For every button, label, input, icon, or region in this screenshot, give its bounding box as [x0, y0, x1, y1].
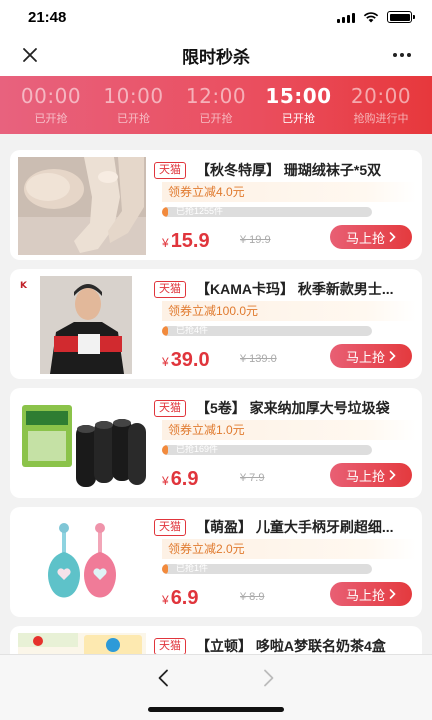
sold-count: 已抢169件: [176, 445, 219, 454]
price: ¥ 15.9: [162, 230, 210, 253]
sold-progress-bar: 已抢169件: [162, 445, 372, 455]
platform-tag: 天猫: [154, 281, 186, 298]
buy-now-button[interactable]: 马上抢: [330, 582, 412, 606]
original-price: ¥ 7.9: [240, 472, 265, 484]
original-price: ¥ 8.9: [240, 591, 265, 603]
buy-now-label: 马上抢: [345, 468, 385, 484]
product-card[interactable]: 天猫 【秋冬特厚】 珊瑚绒袜子*5双 领券立减4.0元 已抢1255件 ¥ 15…: [10, 150, 422, 260]
page-title: 限时秒杀: [182, 47, 250, 67]
coupon-label: 领券立减4.0元: [162, 182, 416, 202]
buy-now-button[interactable]: 马上抢: [330, 463, 412, 487]
buy-now-label: 马上抢: [345, 587, 385, 603]
coupon-label: 领券立减1.0元: [162, 420, 416, 440]
slot-time: 12:00: [185, 84, 247, 108]
slot-status: 已开抢: [282, 113, 315, 125]
platform-tag: 天猫: [154, 638, 186, 655]
chevron-right-icon: [389, 589, 396, 599]
product-image-trash-bags: [18, 395, 146, 493]
product-title: 【秋冬特厚】 珊瑚绒袜子*5双: [196, 162, 382, 178]
sold-progress-bar: 已抢1255件: [162, 207, 372, 217]
coupon-label: 领券立减100.0元: [162, 301, 416, 321]
slot-status: 抢购进行中: [353, 113, 409, 125]
platform-tag: 天猫: [154, 162, 186, 179]
currency-symbol: ¥: [162, 355, 169, 369]
wifi-icon: [363, 11, 379, 22]
currency-symbol: ¥: [162, 236, 169, 250]
slot-time: 10:00: [103, 84, 164, 108]
product-title: 【立顿】 哆啦A梦联名奶茶4盒: [196, 638, 386, 654]
price-value: 6.9: [170, 468, 199, 490]
slot-time: 15:00: [265, 84, 332, 108]
platform-tag: 天猫: [154, 400, 186, 417]
price: ¥ 6.9: [162, 468, 199, 491]
status-icons: [337, 11, 415, 23]
product-image-toothbrush: [18, 514, 146, 612]
buy-now-label: 马上抢: [345, 230, 385, 246]
progress-fill: [162, 207, 169, 217]
more-icon[interactable]: [388, 41, 416, 69]
chevron-right-icon: [389, 351, 396, 361]
chevron-right-icon: [264, 669, 274, 687]
slot-status: 已开抢: [34, 113, 68, 125]
platform-tag: 天猫: [154, 519, 186, 536]
slot-time: 20:00: [350, 84, 412, 108]
chevron-left-icon: [158, 669, 168, 687]
buy-now-button[interactable]: 马上抢: [330, 344, 412, 368]
chevron-right-icon: [389, 470, 396, 480]
product-title: 【萌盈】 儿童大手柄牙刷超细...: [196, 519, 394, 535]
signal-icon: [337, 12, 355, 23]
price: ¥ 6.9: [162, 587, 199, 610]
time-slot-1200[interactable]: 12:00 已开抢: [179, 84, 253, 126]
slot-status: 已开抢: [117, 113, 150, 125]
progress-fill: [162, 326, 169, 336]
chevron-right-icon: [389, 232, 396, 242]
product-card[interactable]: K 天猫 【KAMA卡玛】 秋季新款男士... 领券立减100.0元 已抢4件 …: [10, 269, 422, 379]
sold-count: 已抢4件: [176, 326, 209, 335]
sold-count: 已抢1件: [176, 564, 209, 573]
svg-text:K: K: [20, 281, 28, 291]
slot-status: 已开抢: [199, 113, 233, 125]
coupon-label: 领券立减2.0元: [162, 539, 416, 559]
product-title: 【KAMA卡玛】 秋季新款男士...: [196, 281, 394, 297]
browser-bottom-bar: [0, 654, 432, 720]
home-indicator: [148, 707, 284, 712]
forward-button[interactable]: [254, 663, 284, 693]
status-time: 21:48: [28, 8, 67, 26]
product-card[interactable]: 天猫 【萌盈】 儿童大手柄牙刷超细... 领券立减2.0元 已抢1件 ¥ 6.9…: [10, 507, 422, 617]
price-value: 39.0: [170, 349, 210, 371]
price-value: 6.9: [170, 587, 199, 609]
product-image-kama: K: [18, 276, 146, 374]
buy-now-label: 马上抢: [345, 349, 385, 365]
currency-symbol: ¥: [162, 593, 169, 607]
product-card[interactable]: 天猫 【5卷】 家来纳加厚大号垃圾袋 领券立减1.0元 已抢169件 ¥ 6.9…: [10, 388, 422, 498]
time-slot-bar: 00:00 已开抢 10:00 已开抢 12:00 已开抢 15:00 已开抢 …: [0, 76, 432, 134]
time-slot-1000[interactable]: 10:00 已开抢: [97, 84, 171, 126]
currency-symbol: ¥: [162, 474, 169, 488]
product-image-socks: [18, 157, 146, 255]
sold-progress-bar: 已抢1件: [162, 564, 372, 574]
original-price: ¥ 139.0: [240, 353, 277, 365]
close-icon[interactable]: [16, 41, 44, 69]
back-button[interactable]: [148, 663, 178, 693]
price-value: 15.9: [170, 230, 210, 252]
status-bar: 21:48: [0, 0, 432, 34]
progress-fill: [162, 564, 169, 574]
slot-time: 00:00: [20, 84, 82, 108]
product-list: 天猫 【秋冬特厚】 珊瑚绒袜子*5双 领券立减4.0元 已抢1255件 ¥ 15…: [0, 134, 432, 720]
nav-bar: 限时秒杀: [0, 34, 432, 76]
battery-icon: [387, 11, 415, 23]
time-slot-0000[interactable]: 00:00 已开抢: [14, 84, 88, 126]
buy-now-button[interactable]: 马上抢: [330, 225, 412, 249]
original-price: ¥ 19.9: [240, 234, 271, 246]
progress-fill: [162, 445, 169, 455]
sold-progress-bar: 已抢4件: [162, 326, 372, 336]
time-slot-1500[interactable]: 15:00 已开抢: [262, 84, 336, 126]
price: ¥ 39.0: [162, 349, 210, 372]
sold-count: 已抢1255件: [176, 207, 224, 216]
time-slot-2000[interactable]: 20:00 抢购进行中: [344, 84, 418, 126]
product-title: 【5卷】 家来纳加厚大号垃圾袋: [196, 400, 390, 416]
